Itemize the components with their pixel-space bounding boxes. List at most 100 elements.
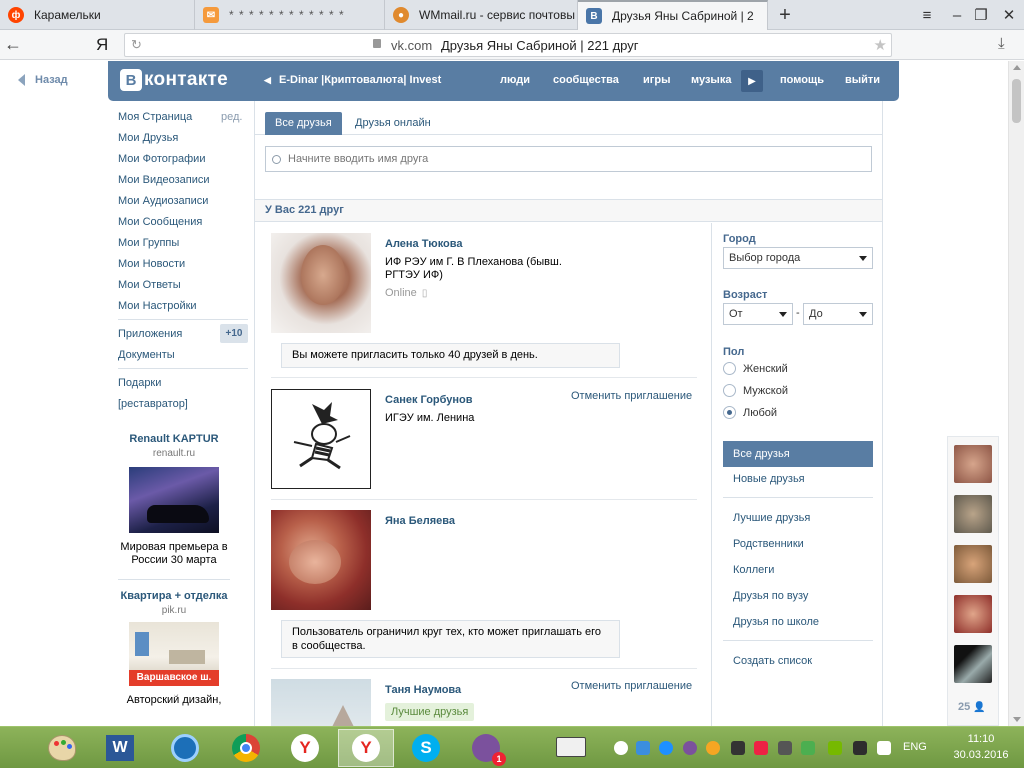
friend-avatar[interactable] [271, 389, 371, 489]
flag-icon[interactable] [877, 741, 891, 755]
tab-all-friends[interactable]: Все друзья [265, 112, 342, 135]
menu-friends[interactable]: Мои Друзья [118, 132, 178, 144]
download-icon[interactable]: ⤓ [998, 35, 1005, 52]
friend-avatar[interactable] [271, 233, 371, 333]
ad-renault[interactable]: Renault KAPTUR renault.ru Мировая премье… [118, 432, 230, 567]
menu-answers[interactable]: Мои Ответы [118, 279, 181, 291]
promo-prev-icon[interactable]: ◀ [264, 61, 271, 101]
age-to-select[interactable]: До [803, 303, 873, 325]
friend-avatar[interactable] [271, 510, 371, 610]
skype-icon[interactable]: S [398, 729, 454, 767]
browser-tab-1[interactable]: ф Карамельки [0, 0, 195, 30]
tray-app-icon[interactable] [659, 741, 673, 755]
friend-name[interactable]: Санек Горбунов [385, 394, 473, 406]
menu-messages[interactable]: Мои Сообщения [118, 216, 202, 228]
page-scrollbar[interactable] [1008, 61, 1024, 726]
online-friend-avatar[interactable] [954, 595, 992, 633]
speed-icon[interactable] [157, 729, 213, 767]
keyboard-icon[interactable] [556, 737, 586, 757]
nav-music[interactable]: музыка [691, 61, 731, 101]
menu-icon[interactable]: ≡ [912, 0, 942, 30]
list-best-friends[interactable]: Лучшие друзья [723, 505, 873, 531]
tray-app-icon[interactable] [706, 741, 720, 755]
nav-help[interactable]: помощь [780, 61, 824, 101]
language-indicator[interactable]: ENG [903, 741, 927, 753]
nvidia-icon[interactable] [828, 741, 842, 755]
sex-option-any[interactable]: Любой [723, 406, 777, 419]
online-friend-avatar[interactable] [954, 645, 992, 683]
word-icon[interactable]: W [92, 729, 148, 767]
paint-icon[interactable] [34, 729, 90, 767]
cancel-invite-link[interactable]: Отменить приглашение [571, 390, 692, 402]
promo-link[interactable]: E-Dinar |Криптовалюта| Invest [279, 61, 441, 101]
online-friend-avatar[interactable] [954, 545, 992, 583]
menu-restorer[interactable]: [реставратор] [118, 398, 188, 410]
new-tab-button[interactable]: + [770, 0, 800, 30]
list-school-friends[interactable]: Друзья по школе [723, 609, 873, 635]
age-from-select[interactable]: От [723, 303, 793, 325]
friend-name[interactable]: Яна Беляева [385, 515, 455, 527]
cancel-invite-link[interactable]: Отменить приглашение [571, 680, 692, 692]
browser-tab-4-active[interactable]: B Друзья Яны Сабриной | 2 [578, 0, 768, 30]
list-colleagues[interactable]: Коллеги [723, 557, 873, 583]
tray-app-icon[interactable] [614, 741, 628, 755]
network-icon[interactable] [853, 741, 867, 755]
chrome-icon[interactable] [218, 729, 274, 767]
nav-logout[interactable]: выйти [845, 61, 880, 101]
yandex-icon[interactable]: Y [277, 729, 333, 767]
reload-icon[interactable]: ↻ [131, 37, 142, 53]
online-friend-avatar[interactable] [954, 495, 992, 533]
tray-app-icon[interactable] [778, 741, 792, 755]
back-arrow-icon[interactable]: ← [4, 34, 22, 55]
menu-photos[interactable]: Мои Фотографии [118, 153, 205, 165]
yandex-logo-icon[interactable]: Я [96, 35, 108, 55]
tray-app-icon[interactable] [731, 741, 745, 755]
create-list-link[interactable]: Создать список [723, 648, 873, 674]
list-relatives[interactable]: Родственники [723, 531, 873, 557]
online-friend-avatar[interactable] [954, 445, 992, 483]
list-new-friends[interactable]: Новые друзья [723, 466, 873, 492]
browser-tab-3[interactable]: ● WMmail.ru - сервис почтовы [385, 0, 578, 30]
menu-audios[interactable]: Мои Аудиозаписи [118, 195, 208, 207]
nav-more-icon[interactable]: ▶ [741, 70, 763, 92]
maximize-icon[interactable]: ❐ [966, 0, 996, 30]
scroll-thumb[interactable] [1012, 79, 1021, 123]
tab-online-friends[interactable]: Друзья онлайн [345, 112, 441, 135]
menu-apps[interactable]: Приложения [118, 328, 182, 340]
friend-name[interactable]: Таня Наумова [385, 684, 461, 696]
sex-option-male[interactable]: Мужской [723, 384, 788, 397]
menu-settings[interactable]: Мои Настройки [118, 300, 197, 312]
scroll-up-icon[interactable] [1013, 65, 1021, 70]
online-count[interactable]: 25 👤 [958, 701, 986, 713]
url-field[interactable]: ↻ vk.com Друзья Яны Сабриной | 221 друг … [124, 33, 892, 57]
friend-avatar[interactable] [271, 679, 371, 726]
list-university-friends[interactable]: Друзья по вузу [723, 583, 873, 609]
clock[interactable]: 11:10 30.03.2016 [938, 731, 1024, 763]
nav-people[interactable]: люди [500, 61, 530, 101]
tray-app-icon[interactable] [754, 741, 768, 755]
menu-edit-link[interactable]: ред. [221, 111, 242, 123]
menu-my-page[interactable]: Моя Страница [118, 111, 192, 123]
friend-name[interactable]: Алена Тюкова [385, 238, 463, 250]
scroll-down-icon[interactable] [1013, 717, 1021, 722]
vk-logo[interactable]: В контакте [120, 69, 228, 91]
ad-pik[interactable]: Квартира + отделка pik.ru Варшавское ш. … [118, 589, 230, 707]
menu-groups[interactable]: Мои Группы [118, 237, 179, 249]
close-icon[interactable]: ✕ [994, 0, 1024, 30]
menu-docs[interactable]: Документы [118, 349, 175, 361]
sex-option-female[interactable]: Женский [723, 362, 788, 375]
camera-icon[interactable] [636, 741, 650, 755]
best-friends-tag[interactable]: Лучшие друзья [385, 703, 475, 721]
city-select[interactable]: Выбор города [723, 247, 873, 269]
browser-tab-2[interactable]: ✉ * * * * * * * * * * * * [195, 0, 385, 30]
viber-tray-icon[interactable] [683, 741, 697, 755]
nav-communities[interactable]: сообщества [553, 61, 619, 101]
bookmark-star-icon[interactable]: ★ [874, 36, 887, 54]
back-link[interactable]: Назад [18, 74, 68, 86]
tray-app-icon[interactable] [801, 741, 815, 755]
list-all-friends[interactable]: Все друзья [723, 441, 873, 467]
friend-search-input[interactable]: Начните вводить имя друга [265, 146, 872, 172]
viber-icon[interactable]: 1 [458, 729, 514, 767]
yandex-active-icon[interactable]: Y [338, 729, 394, 767]
menu-gifts[interactable]: Подарки [118, 377, 161, 389]
